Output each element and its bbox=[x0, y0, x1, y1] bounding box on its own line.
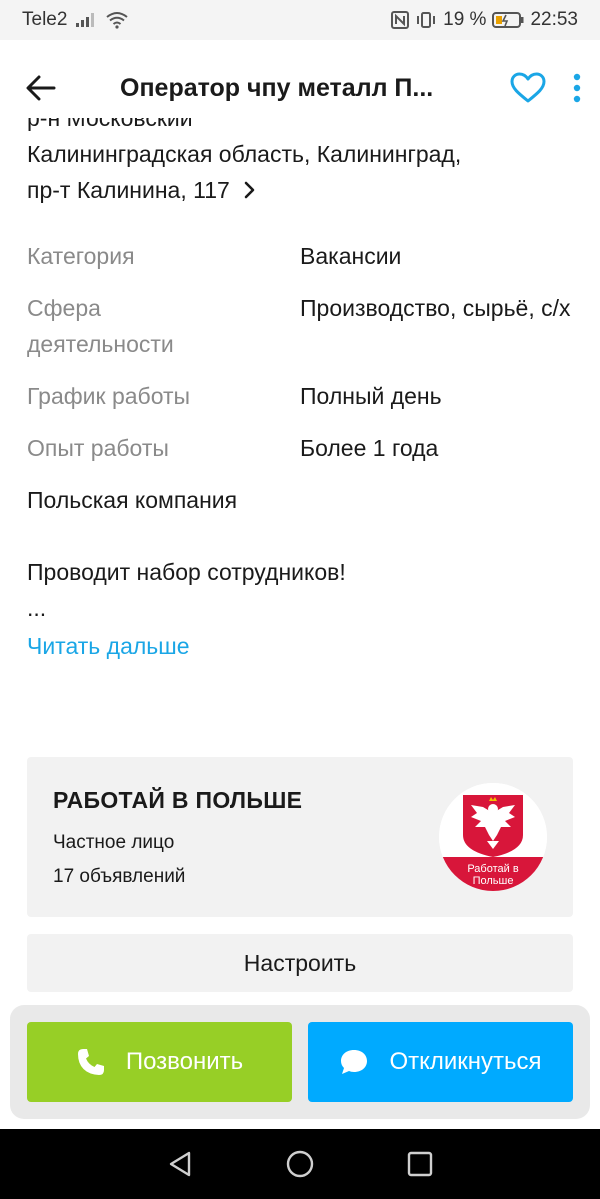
arrow-left-icon bbox=[26, 75, 56, 101]
listing-details: р-н Московский Калининградская область, … bbox=[27, 118, 577, 664]
poland-eagle-logo-icon: Работай в Польше bbox=[439, 783, 547, 891]
property-label: График работы bbox=[27, 383, 191, 409]
page-title: Оператор чпу металл П... bbox=[120, 73, 434, 102]
chevron-right-icon bbox=[244, 181, 256, 199]
reply-button-label: Откликнуться bbox=[389, 1048, 542, 1075]
property-value: Полный день bbox=[300, 383, 442, 409]
clock: 22:53 bbox=[530, 9, 578, 30]
property-label: Опыт работы bbox=[27, 435, 169, 461]
call-button-label: Позвонить bbox=[125, 1048, 244, 1075]
setup-button[interactable]: Настроить bbox=[27, 934, 573, 992]
nav-home-button[interactable] bbox=[270, 1134, 330, 1194]
property-row: Опыт работы Более 1 года bbox=[27, 430, 577, 466]
description: Польская компания Проводит набор сотрудн… bbox=[27, 482, 577, 626]
favorite-button[interactable] bbox=[510, 72, 546, 104]
property-row: Сфера деятельности Производство, сырьё, … bbox=[27, 290, 577, 362]
call-button[interactable]: Позвонить bbox=[27, 1022, 292, 1102]
properties-list: Категория Вакансии Сфера деятельности Пр… bbox=[27, 238, 577, 466]
property-label: Категория bbox=[27, 243, 135, 269]
address-link[interactable]: пр-т Калинина, 117 bbox=[27, 172, 577, 208]
battery-percent: 19 % bbox=[443, 9, 487, 30]
signal-icon bbox=[75, 12, 97, 28]
avatar[interactable]: Работай в Польше bbox=[439, 783, 547, 891]
heart-icon bbox=[510, 72, 546, 103]
carrier-label: Tele2 bbox=[22, 9, 68, 30]
phone-icon bbox=[77, 1049, 104, 1075]
address-line-2: пр-т Калинина, 117 bbox=[27, 177, 230, 203]
description-ellipsis: ... bbox=[27, 595, 47, 621]
property-value: Производство, сырьё, с/х bbox=[300, 295, 571, 321]
nfc-icon bbox=[391, 11, 410, 29]
property-value: Более 1 года bbox=[300, 435, 439, 461]
battery-icon bbox=[492, 11, 524, 29]
triangle-back-icon bbox=[169, 1151, 191, 1177]
avatar-text-line1: Работай в bbox=[467, 863, 518, 875]
more-options-button[interactable] bbox=[572, 73, 582, 103]
description-line: Проводит набор сотрудников! bbox=[27, 559, 346, 585]
circle-home-icon bbox=[286, 1150, 314, 1178]
property-label: Сфера деятельности bbox=[27, 295, 174, 357]
status-bar: Tele2 19 % 22:53 bbox=[0, 0, 600, 40]
avatar-text-line2: Польше bbox=[473, 875, 514, 887]
system-navigation-bar bbox=[0, 1129, 600, 1199]
nav-recents-button[interactable] bbox=[390, 1134, 450, 1194]
property-value: Вакансии bbox=[300, 243, 402, 269]
chat-bubble-icon bbox=[341, 1050, 368, 1074]
square-recents-icon bbox=[407, 1151, 433, 1177]
reply-button[interactable]: Откликнуться bbox=[308, 1022, 573, 1102]
property-row: Категория Вакансии bbox=[27, 238, 577, 274]
description-line: Польская компания bbox=[27, 487, 238, 513]
more-vertical-icon bbox=[573, 73, 581, 103]
property-row: График работы Полный день bbox=[27, 378, 577, 414]
wifi-icon bbox=[105, 11, 129, 29]
vibrate-icon bbox=[415, 11, 437, 29]
seller-card[interactable]: РАБОТАЙ В ПОЛЬШЕ Частное лицо 17 объявле… bbox=[27, 757, 573, 917]
action-bar: Позвонить Откликнуться bbox=[10, 1005, 590, 1119]
back-button[interactable] bbox=[26, 66, 70, 110]
read-more-link[interactable]: Читать дальше bbox=[27, 628, 190, 664]
nav-back-button[interactable] bbox=[150, 1134, 210, 1194]
address-line-1: Калининградская область, Калининград, bbox=[27, 141, 462, 167]
